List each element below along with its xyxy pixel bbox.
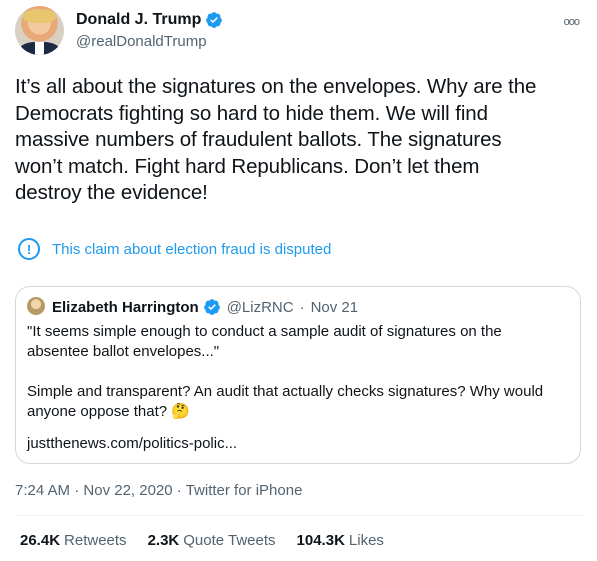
quote-tweets-count: 2.3K <box>147 532 180 549</box>
quoted-separator: · <box>299 298 305 316</box>
engagement-stats: 26.4K Retweets 2.3K Quote Tweets 104.3K … <box>20 532 384 549</box>
retweets-label: Retweets <box>64 532 127 549</box>
quoted-tweet-header: Elizabeth Harrington @LizRNC · Nov 21 <box>52 298 358 316</box>
quote-tweets-label: Quote Tweets <box>183 532 276 549</box>
avatar-shirt <box>35 42 44 55</box>
tweet-text: It’s all about the signatures on the env… <box>15 75 537 204</box>
likes-stat[interactable]: 104.3K Likes <box>297 532 384 549</box>
timestamp-separator: · <box>176 482 182 499</box>
author-avatar[interactable] <box>15 6 64 55</box>
verified-badge-icon <box>203 299 220 315</box>
likes-label: Likes <box>348 532 384 549</box>
retweets-stat[interactable]: 26.4K Retweets <box>20 532 127 549</box>
retweets-count: 26.4K <box>20 532 61 549</box>
tweet-time[interactable]: 7:24 AM <box>15 482 70 499</box>
divider <box>15 515 582 516</box>
quoted-tweet-link[interactable]: justthenews.com/politics-polic... <box>27 435 237 452</box>
quoted-tweet-card[interactable]: Elizabeth Harrington @LizRNC · Nov 21 "I… <box>15 286 581 464</box>
avatar-hair <box>23 9 56 23</box>
tweet-timestamp: 7:24 AM · Nov 22, 2020 · Twitter for iPh… <box>15 482 302 499</box>
quoted-tweet-body: "It seems simple enough to conduct a sam… <box>27 323 544 420</box>
timestamp-separator: · <box>74 482 80 499</box>
tweet-date[interactable]: Nov 22, 2020 <box>83 482 172 499</box>
likes-count: 104.3K <box>296 532 345 549</box>
quoted-author-avatar <box>27 297 45 315</box>
more-options-icon[interactable]: ooo <box>564 16 580 28</box>
quoted-author-handle: @LizRNC <box>226 298 294 316</box>
quoted-author-name: Elizabeth Harrington <box>52 298 199 316</box>
tweet-source[interactable]: Twitter for iPhone <box>186 482 303 499</box>
alert-circle-icon: ! <box>18 238 40 260</box>
quoted-date: Nov 21 <box>310 298 359 316</box>
author-name[interactable]: Donald J. Trump <box>76 11 201 29</box>
author-name-row[interactable]: Donald J. Trump <box>76 11 223 29</box>
disputed-notice[interactable]: ! This claim about election fraud is dis… <box>18 238 331 260</box>
disputed-text[interactable]: This claim about election fraud is dispu… <box>52 241 331 258</box>
quote-tweets-stat[interactable]: 2.3K Quote Tweets <box>148 532 276 549</box>
author-handle[interactable]: @realDonaldTrump <box>76 33 207 50</box>
verified-badge-icon <box>206 12 223 28</box>
